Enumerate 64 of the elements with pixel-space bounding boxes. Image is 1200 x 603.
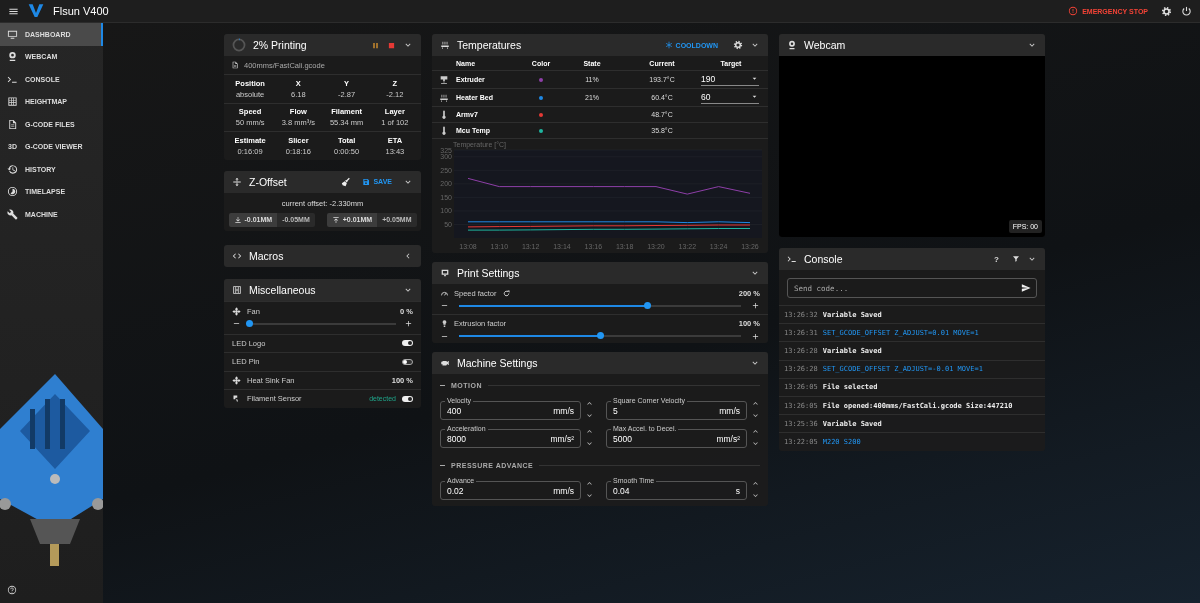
slider-track[interactable] bbox=[459, 304, 741, 307]
file-icon bbox=[231, 61, 239, 69]
slider-thumb[interactable] bbox=[644, 301, 652, 309]
panel-title: Miscellaneous bbox=[249, 283, 317, 296]
panel-title: Macros bbox=[249, 249, 285, 262]
fan-icon bbox=[232, 306, 241, 316]
send-icon[interactable] bbox=[1021, 283, 1031, 293]
plus-icon[interactable] bbox=[751, 331, 760, 341]
reset-icon[interactable] bbox=[501, 288, 511, 298]
file-icon bbox=[7, 118, 18, 130]
panel-title: Machine Settings bbox=[457, 357, 539, 369]
slider-track[interactable] bbox=[249, 322, 396, 325]
slider-thumb[interactable] bbox=[596, 332, 604, 339]
console-icon bbox=[787, 254, 797, 264]
panel-title: Console bbox=[804, 253, 844, 265]
panel-title: Print Settings bbox=[457, 267, 521, 279]
decrement-icon[interactable] bbox=[585, 491, 594, 500]
target-field[interactable]: 60 bbox=[701, 91, 759, 104]
panel-title: Temperatures bbox=[457, 39, 523, 51]
grid-icon bbox=[7, 96, 18, 108]
panel-title: Webcam bbox=[804, 39, 847, 51]
z-offset-icon bbox=[232, 176, 242, 187]
timelapse-icon bbox=[7, 186, 18, 198]
webcam-icon bbox=[7, 51, 18, 63]
broom-icon[interactable] bbox=[341, 176, 352, 187]
plus-icon[interactable] bbox=[404, 319, 413, 328]
power-icon[interactable] bbox=[1181, 5, 1192, 17]
arrow-up-icon bbox=[331, 215, 340, 224]
settings-icon[interactable] bbox=[1161, 5, 1172, 17]
stop-icon[interactable] bbox=[387, 40, 396, 50]
logo-icon bbox=[28, 3, 44, 19]
save-icon bbox=[362, 177, 371, 186]
monitor-icon bbox=[7, 28, 18, 40]
help-icon[interactable] bbox=[7, 585, 17, 595]
help-button[interactable]: ? bbox=[988, 254, 1005, 264]
plus-icon[interactable] bbox=[751, 301, 760, 310]
panel-title: 2% Printing bbox=[253, 39, 308, 51]
settings-icon[interactable] bbox=[733, 40, 743, 50]
wrench-icon bbox=[7, 208, 18, 220]
fan-icon bbox=[232, 375, 241, 385]
toggle-switch[interactable] bbox=[402, 358, 413, 365]
decrement-icon[interactable] bbox=[751, 491, 760, 500]
history-icon bbox=[7, 163, 18, 175]
sliders-icon bbox=[232, 284, 242, 295]
toggle-switch[interactable] bbox=[402, 340, 413, 347]
target-field[interactable]: 190 bbox=[701, 73, 759, 86]
pause-icon[interactable] bbox=[371, 40, 380, 50]
printer-icon bbox=[440, 268, 450, 278]
filter-icon[interactable] bbox=[1012, 255, 1020, 263]
thermometer-icon bbox=[439, 109, 449, 120]
extruder-icon bbox=[439, 74, 449, 85]
decrement-icon[interactable] bbox=[585, 439, 594, 448]
thermometer-icon bbox=[439, 125, 449, 136]
alert-icon bbox=[1068, 6, 1079, 16]
snowflake-icon bbox=[664, 41, 673, 49]
decrement-icon[interactable] bbox=[751, 411, 760, 420]
webcam-icon bbox=[787, 40, 797, 50]
app-title: Flsun V400 bbox=[53, 5, 110, 17]
panel-title: Z-Offset bbox=[249, 175, 288, 188]
toggle-switch[interactable] bbox=[402, 395, 413, 402]
slider-thumb[interactable] bbox=[245, 319, 253, 327]
decrement-icon[interactable] bbox=[751, 439, 760, 448]
nozzle-icon bbox=[440, 319, 449, 328]
decrement-icon[interactable] bbox=[585, 411, 594, 420]
